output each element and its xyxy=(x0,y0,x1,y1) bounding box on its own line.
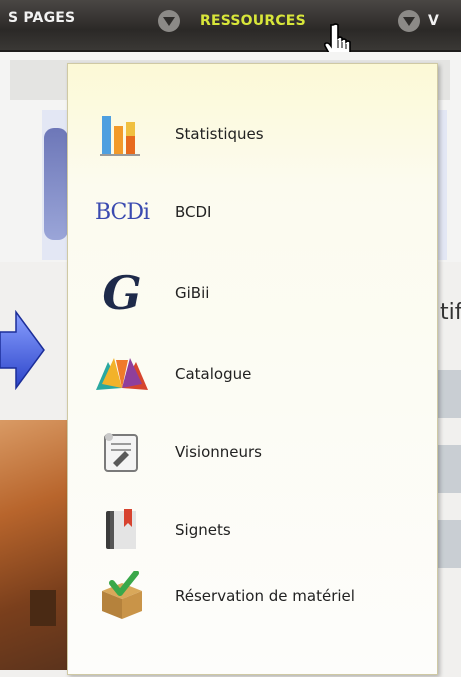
bar-chart-icon xyxy=(92,106,152,162)
background-photo xyxy=(0,420,70,670)
arrow-right-icon xyxy=(0,309,46,394)
menu-item-label: Catalogue xyxy=(175,365,252,383)
background-thumbnail xyxy=(437,445,461,493)
menu-item-label: GiBii xyxy=(175,284,210,302)
nav-item-next[interactable]: V xyxy=(398,10,439,32)
bcdi-logo-text: BCDi xyxy=(94,199,150,225)
menu-item-bcdi[interactable]: BCDi BCDI xyxy=(68,180,437,244)
bcdi-logo-icon: BCDi xyxy=(92,184,152,240)
menu-item-signets[interactable]: Signets xyxy=(68,498,437,562)
menu-item-label: BCDI xyxy=(175,203,212,221)
document-viewer-icon xyxy=(92,424,152,480)
menu-item-label: Signets xyxy=(175,521,231,539)
bookmark-book-icon xyxy=(92,502,152,558)
menu-item-catalogue[interactable]: Catalogue xyxy=(68,342,437,406)
nav-item-ressources-label: RESSOURCES xyxy=(200,13,306,29)
menu-item-statistiques[interactable]: Statistiques xyxy=(68,102,437,166)
background-figure xyxy=(44,128,68,240)
background-thumbnail xyxy=(437,520,461,568)
menu-item-visionneurs[interactable]: Visionneurs xyxy=(68,420,437,484)
menu-item-gibii[interactable]: G GiBii xyxy=(68,261,437,325)
box-check-icon xyxy=(92,568,152,624)
nav-item-next-label: V xyxy=(428,13,440,29)
nav-item-ressources[interactable]: RESSOURCES xyxy=(158,10,306,32)
gibii-logo-icon: G xyxy=(92,265,152,321)
menu-item-label: Réservation de matériel xyxy=(175,587,355,605)
menu-item-label: Statistiques xyxy=(175,125,264,143)
menu-item-label: Visionneurs xyxy=(175,443,262,461)
background-heading-fragment: tif xyxy=(440,300,461,325)
chevron-down-icon xyxy=(398,10,420,32)
top-nav-bar: S PAGES RESSOURCES V xyxy=(0,0,461,52)
ressources-dropdown-menu: Statistiques BCDi BCDI G GiBii Catalogue xyxy=(67,63,438,675)
gibii-logo-text: G xyxy=(102,266,142,320)
menu-item-reservation-materiel[interactable]: Réservation de matériel xyxy=(68,564,437,628)
nav-item-pages[interactable]: S PAGES xyxy=(8,10,75,26)
open-book-icon xyxy=(92,346,152,402)
chevron-down-icon xyxy=(158,10,180,32)
background-thumbnail xyxy=(437,370,461,418)
